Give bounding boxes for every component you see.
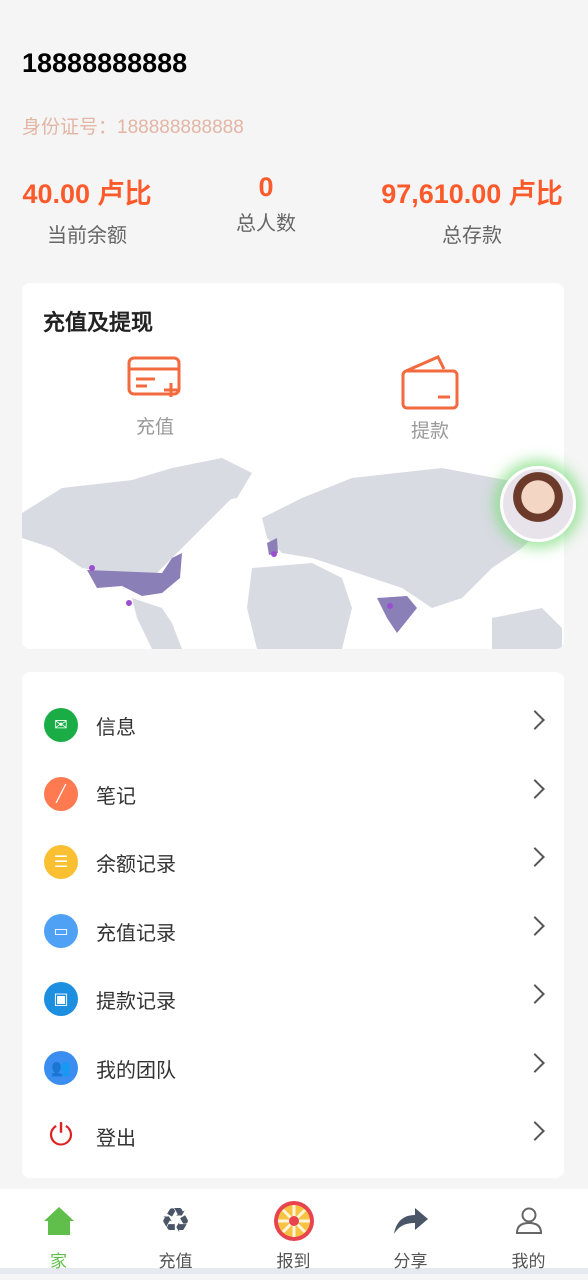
menu-item-logout[interactable]: ⏻ 登出 — [22, 1102, 564, 1170]
chevron-right-icon — [525, 1053, 545, 1073]
card-add-icon — [127, 356, 181, 397]
tab-label: 分享 — [393, 1252, 428, 1271]
tab-checkin[interactable]: 报到 — [235, 1201, 352, 1272]
chevron-right-icon — [525, 1121, 545, 1141]
tab-label: 家 — [50, 1252, 67, 1271]
tab-label: 我的 — [511, 1252, 546, 1271]
id-label: 身份证号： — [22, 117, 118, 138]
tab-share[interactable]: 分享 — [352, 1201, 469, 1272]
menu-label: 提款记录 — [96, 990, 176, 1013]
tab-home[interactable]: 家 — [0, 1201, 117, 1272]
stat-value: 97,610.00 卢比 — [381, 179, 563, 209]
menu-item-notes[interactable]: ╱ 笔记 — [22, 760, 564, 828]
power-icon: ⏻ — [49, 1119, 73, 1152]
tab-mine[interactable]: 我的 — [470, 1201, 587, 1272]
menu-item-balance-records[interactable]: ☰ 余额记录 — [22, 828, 564, 896]
menu-label: 登出 — [96, 1127, 136, 1150]
menu-item-my-team[interactable]: 👥 我的团队 — [22, 1034, 564, 1102]
user-icon — [515, 1207, 542, 1234]
withdraw-label: 提款 — [410, 421, 449, 442]
menu-label: 余额记录 — [96, 853, 176, 876]
stat-label: 总人数 — [236, 213, 296, 235]
share-arrow-icon — [393, 1208, 428, 1234]
wallet-icon — [401, 355, 459, 410]
id-number: 身份证号：188888888888 — [22, 112, 244, 139]
stat-balance: 40.00 卢比当前余额 — [22, 172, 152, 248]
stats: 40.00 卢比当前余额 0 总人数 97,610.00 卢比总存款 — [0, 172, 588, 247]
chevron-right-icon — [525, 916, 545, 936]
user-phone: 18888888888 — [22, 48, 188, 78]
stat-deposit: 97,610.00 卢比总存款 — [378, 172, 566, 248]
menu-item-messages[interactable]: ✉ 信息 — [22, 691, 564, 759]
world-map — [22, 458, 562, 649]
funds-title: 充值及提现 — [43, 310, 154, 335]
stat-value: 40.00 卢比 — [22, 179, 152, 209]
menu-label: 我的团队 — [96, 1059, 176, 1082]
stat-people: 0 总人数 — [216, 172, 316, 236]
stat-label: 总存款 — [442, 225, 502, 247]
team-icon: 👥 — [44, 1051, 78, 1085]
menu-label: 信息 — [96, 716, 136, 739]
bottom-tab-bar: 家 ♻ 充值 报到 分享 我的 — [0, 1189, 588, 1274]
withdraw-button[interactable]: 提款 — [370, 355, 490, 443]
recharge-button[interactable]: 充值 — [95, 355, 215, 439]
stat-value: 0 — [258, 172, 274, 202]
customer-service-avatar[interactable] — [500, 466, 576, 542]
prize-wheel-icon — [273, 1201, 314, 1241]
funds-card: 充值及提现 充值 提款 — [22, 283, 564, 649]
chevron-right-icon — [525, 710, 545, 730]
chevron-right-icon — [525, 779, 545, 799]
menu-card: ✉ 信息 ╱ 笔记 ☰ 余额记录 ▭ 充值记录 ▣ 提款记录 👥 我的团队 ⏻ 登出 — [22, 672, 564, 1178]
home-icon — [43, 1207, 74, 1235]
pen-icon: ╱ — [44, 777, 78, 811]
wallet-icon: ▣ — [44, 982, 78, 1016]
recharge-label: 充值 — [135, 417, 174, 438]
menu-item-recharge-records[interactable]: ▭ 充值记录 — [22, 897, 564, 965]
id-value: 188888888888 — [117, 117, 244, 138]
mail-icon: ✉ — [44, 708, 78, 742]
menu-item-withdraw-records[interactable]: ▣ 提款记录 — [22, 965, 564, 1033]
tab-recharge[interactable]: ♻ 充值 — [117, 1201, 234, 1272]
chevron-right-icon — [525, 984, 545, 1004]
chevron-right-icon — [525, 847, 545, 867]
tab-label: 报到 — [276, 1252, 311, 1271]
menu-label: 充值记录 — [96, 922, 176, 945]
tab-label: 充值 — [158, 1252, 193, 1271]
laptop-icon: ▭ — [44, 914, 78, 948]
recycle-icon: ♻ — [160, 1202, 191, 1240]
stat-label: 当前余额 — [47, 225, 127, 247]
menu-label: 笔记 — [96, 785, 136, 808]
list-icon: ☰ — [44, 845, 78, 879]
